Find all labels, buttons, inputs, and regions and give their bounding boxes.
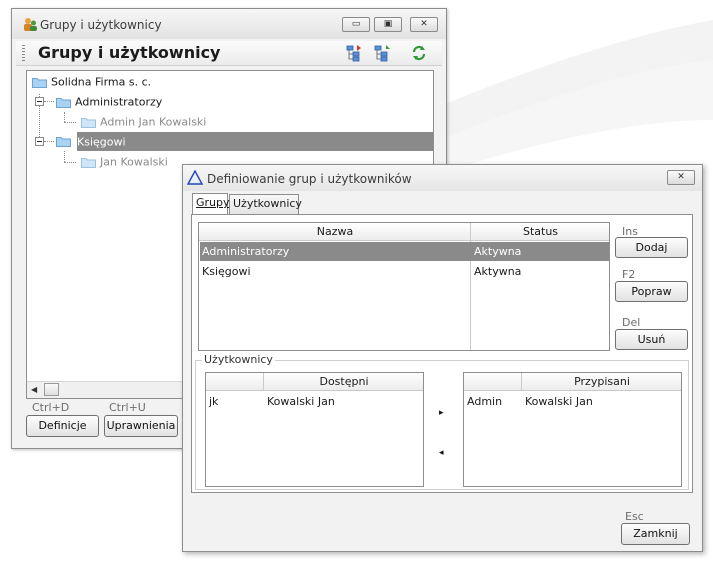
folder-icon (81, 117, 96, 128)
move-left-icon[interactable]: ◂ (439, 448, 444, 458)
table-cell-status: Aktywna (474, 245, 522, 258)
folder-icon (32, 77, 47, 88)
table-cell-name[interactable]: Kowalski Jan (264, 392, 335, 411)
uprawnienia-shortcut: Ctrl+U (109, 401, 146, 414)
folder-icon (56, 137, 71, 147)
collapse-toggle[interactable] (35, 97, 44, 106)
usun-shortcut: Del (622, 316, 641, 329)
tree-node-ksiegowi[interactable]: Księgowi (77, 132, 433, 151)
dialog-title: Definiowanie grup i użytkowników (207, 172, 412, 186)
main-window-title: Grupy i użytkownicy (40, 18, 162, 32)
column-header-login[interactable] (464, 373, 522, 391)
definicje-shortcut: Ctrl+D (32, 401, 70, 414)
tree-connector (64, 162, 76, 163)
tree-connector (44, 101, 54, 102)
uprawnienia-button[interactable]: Uprawnienia (104, 415, 178, 437)
table-cell-nazwa: Księgowi (202, 265, 251, 278)
scroll-thumb[interactable] (44, 383, 59, 396)
table-cell-name[interactable]: Kowalski Jan (522, 392, 593, 411)
dialog-titlebar[interactable]: Definiowanie grup i użytkowników ✕ (183, 165, 702, 191)
tree-connector (64, 112, 65, 122)
table-cell-login[interactable]: Admin (464, 392, 502, 411)
minimize-button[interactable]: ▭ (342, 17, 370, 32)
dialog-close-button[interactable]: ✕ (667, 170, 695, 185)
definitions-dialog: Definiowanie grup i użytkowników ✕ Grupy… (182, 164, 703, 552)
tree-node-user[interactable]: Jan Kowalski (81, 152, 168, 171)
tree-connector (44, 141, 54, 142)
tree-export-icon[interactable] (345, 44, 363, 62)
popraw-button[interactable]: Popraw (615, 281, 688, 302)
warning-triangle-icon (187, 170, 203, 185)
tree-node-user[interactable]: Admin Jan Kowalski (81, 112, 206, 131)
tree-connector (64, 122, 76, 123)
scroll-left-icon[interactable]: ◀ (31, 385, 37, 394)
main-window-titlebar[interactable]: Grupy i użytkownicy ▭ ▣ ✕ (12, 9, 446, 39)
table-cell-status: Aktywna (474, 265, 522, 278)
column-header-dostepni[interactable]: Dostępni (264, 373, 423, 391)
tree-node-root[interactable]: Solidna Firma s. c. (32, 72, 151, 91)
folder-icon (81, 157, 96, 168)
collapse-toggle[interactable] (35, 137, 44, 146)
move-right-icon[interactable]: ▸ (439, 408, 444, 418)
close-button[interactable]: ✕ (410, 17, 438, 32)
tab-grupy[interactable]: Grupy (192, 193, 230, 215)
tab-uzytkownicy[interactable]: Użytkownicy (229, 194, 302, 214)
column-header-przypisani[interactable]: Przypisani (522, 373, 681, 391)
main-window-header: Grupy i użytkownicy (16, 41, 442, 66)
users-groupbox: Użytkownicy Dostępni jk Kowalski Jan ▸ ◂… (195, 353, 689, 490)
tree-connector (64, 151, 65, 162)
assigned-users-table[interactable]: Przypisani Admin Kowalski Jan (463, 372, 682, 487)
column-divider (263, 373, 264, 391)
usun-button[interactable]: Usuń (615, 329, 688, 350)
tree-node-administratorzy[interactable]: Administratorzy (56, 92, 162, 111)
users-groupbox-label: Użytkownicy (202, 353, 275, 366)
users-icon (24, 18, 37, 31)
available-users-table[interactable]: Dostępni jk Kowalski Jan (205, 372, 424, 487)
tree-import-icon[interactable] (373, 44, 391, 62)
page-title: Grupy i użytkownicy (38, 43, 221, 62)
refresh-icon[interactable] (410, 44, 428, 62)
column-header-nazwa[interactable]: Nazwa (199, 223, 471, 241)
column-header-login[interactable] (206, 373, 264, 391)
zamknij-button[interactable]: Zamknij (621, 523, 690, 545)
folder-icon (56, 97, 71, 108)
table-cell-nazwa: Administratorzy (202, 245, 290, 258)
popraw-shortcut: F2 (622, 268, 636, 281)
groups-table[interactable]: Nazwa Status Administratorzy Aktywna Ksi… (198, 222, 610, 351)
zamknij-shortcut: Esc (625, 510, 644, 523)
definicje-button[interactable]: Definicje (26, 415, 99, 437)
table-cell-login[interactable]: jk (206, 392, 218, 411)
column-divider (521, 373, 522, 391)
column-header-status[interactable]: Status (471, 223, 609, 241)
dodaj-button[interactable]: Dodaj (615, 237, 688, 258)
grip-handle (22, 45, 25, 61)
maximize-button[interactable]: ▣ (374, 17, 402, 32)
